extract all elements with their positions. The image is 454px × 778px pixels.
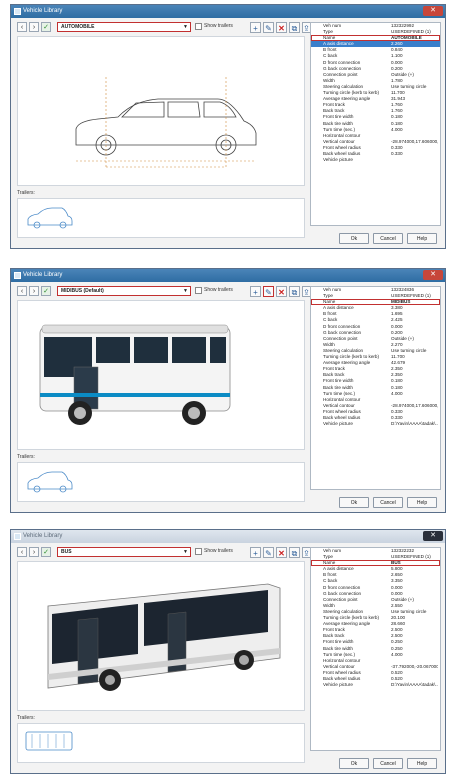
help-button[interactable]: Help: [407, 758, 437, 769]
ok-button[interactable]: Ok: [339, 497, 369, 508]
copy-vehicle-button[interactable]: ⧉: [289, 286, 300, 297]
delete-vehicle-button[interactable]: ✕: [276, 547, 287, 558]
copy-vehicle-button[interactable]: ⧉: [289, 547, 300, 558]
cancel-button[interactable]: Cancel: [373, 758, 403, 769]
vehicle-library-dialog-automobile: Vehicle Library ✕ ‹ › ✓ AUTOMOBILE ▼ Show…: [10, 4, 446, 249]
window-title: Vehicle Library: [23, 272, 63, 278]
prop-vehicle-picture: Vehicle picture D:\Yavin\AAAA\tadak\...: [323, 682, 438, 688]
trailers-list[interactable]: [17, 723, 305, 763]
previous-button[interactable]: ‹: [17, 22, 27, 32]
prop-vehicle-picture: Vehicle picture: [323, 157, 353, 163]
show-trailers-checkbox[interactable]: [195, 287, 202, 294]
toolbar: ‹ › ✓ BUS ▼ Show trailers + ✎ ✕ ⧉ ⇪: [17, 547, 311, 559]
trailers-list[interactable]: [17, 462, 305, 502]
close-button[interactable]: ✕: [423, 270, 443, 280]
trailer-car-thumbnail[interactable]: [18, 463, 78, 501]
dialog-buttons: Ok Cancel Help: [319, 758, 439, 769]
app-icon: [14, 533, 21, 540]
properties-grid: Veh num 132324836 Type USERDEFINED (1) Nam…: [310, 286, 441, 490]
vehicle-library-dialog-midibus: Vehicle Library ✕ ‹ › ✓ MIDIBUS (Default…: [10, 268, 446, 513]
vehicle-select[interactable]: MIDIBUS (Default) ▼: [57, 286, 191, 296]
title-bar: Vehicle Library ✕: [11, 5, 445, 18]
automobile-drawing: [75, 77, 257, 168]
vehicle-select-value: AUTOMOBILE: [61, 24, 95, 30]
vehicle-select-value: MIDIBUS (Default): [61, 288, 104, 294]
edit-vehicle-button[interactable]: ✎: [263, 22, 274, 33]
vehicle-select[interactable]: BUS ▼: [57, 547, 191, 557]
toolbar: ‹ › ✓ MIDIBUS (Default) ▼ Show trailers +…: [17, 286, 311, 298]
cancel-button[interactable]: Cancel: [373, 497, 403, 508]
check-icon[interactable]: ✓: [41, 547, 51, 557]
delete-vehicle-button[interactable]: ✕: [276, 286, 287, 297]
show-trailers-label: Show trailers: [204, 23, 233, 29]
add-vehicle-button[interactable]: +: [250, 22, 261, 33]
add-vehicle-button[interactable]: +: [250, 547, 261, 558]
vehicle-preview: [17, 300, 305, 450]
dialog-buttons: Ok Cancel Help: [319, 497, 439, 508]
close-button[interactable]: ✕: [423, 6, 443, 16]
vehicle-preview: [17, 561, 305, 711]
properties-grid: Veh num 132322992 Type USERDEFINED (1) Nam…: [310, 22, 441, 226]
chevron-down-icon: ▼: [183, 24, 188, 30]
show-trailers-checkbox[interactable]: [195, 23, 202, 30]
check-icon[interactable]: ✓: [41, 22, 51, 32]
app-icon: [14, 8, 21, 15]
delete-vehicle-button[interactable]: ✕: [276, 22, 287, 33]
vehicle-preview: [17, 36, 305, 186]
cancel-button[interactable]: Cancel: [373, 233, 403, 244]
next-button[interactable]: ›: [29, 22, 39, 32]
toolbar: ‹ › ✓ AUTOMOBILE ▼ Show trailers + ✎ ✕ ⧉ …: [17, 22, 311, 34]
chevron-down-icon: ▼: [183, 549, 188, 555]
previous-button[interactable]: ‹: [17, 547, 27, 557]
trailers-label: Trailers:: [17, 190, 35, 196]
check-icon[interactable]: ✓: [41, 286, 51, 296]
window-title: Vehicle Library: [23, 8, 63, 14]
app-icon: [14, 272, 21, 279]
properties-grid: Veh num 132322232 Type USERDEFINED (1) Nam…: [310, 547, 441, 751]
next-button[interactable]: ›: [29, 547, 39, 557]
ok-button[interactable]: Ok: [339, 233, 369, 244]
help-button[interactable]: Help: [407, 497, 437, 508]
show-trailers-label: Show trailers: [204, 548, 233, 554]
add-vehicle-button[interactable]: +: [250, 286, 261, 297]
chevron-down-icon: ▼: [183, 288, 188, 294]
copy-vehicle-button[interactable]: ⧉: [289, 22, 300, 33]
show-trailers-label: Show trailers: [204, 287, 233, 293]
dialog-buttons: Ok Cancel Help: [319, 233, 439, 244]
window-title: Vehicle Library: [23, 533, 63, 539]
previous-button[interactable]: ‹: [17, 286, 27, 296]
trailers-label: Trailers:: [17, 454, 35, 460]
trailers-label: Trailers:: [17, 715, 35, 721]
title-bar: Vehicle Library ✕: [11, 269, 445, 282]
vehicle-select[interactable]: AUTOMOBILE ▼: [57, 22, 191, 32]
edit-vehicle-button[interactable]: ✎: [263, 286, 274, 297]
trailer-bus-thumbnail[interactable]: [18, 724, 78, 762]
vehicle-library-dialog-bus: Vehicle Library ✕ ‹ › ✓ BUS ▼ Show traile…: [10, 529, 446, 774]
help-button[interactable]: Help: [407, 233, 437, 244]
trailer-car-thumbnail[interactable]: [18, 199, 78, 237]
show-trailers-checkbox[interactable]: [195, 548, 202, 555]
edit-vehicle-button[interactable]: ✎: [263, 547, 274, 558]
ok-button[interactable]: Ok: [339, 758, 369, 769]
bus-picture: [47, 583, 281, 691]
prop-vehicle-picture: Vehicle picture D:\Yavin\AAAA\tadak\...: [323, 421, 438, 427]
next-button[interactable]: ›: [29, 286, 39, 296]
close-button[interactable]: ✕: [423, 531, 443, 541]
title-bar: Vehicle Library ✕: [11, 530, 445, 543]
trailers-list[interactable]: [17, 198, 305, 238]
midibus-picture: [39, 324, 231, 425]
vehicle-select-value: BUS: [61, 549, 72, 555]
